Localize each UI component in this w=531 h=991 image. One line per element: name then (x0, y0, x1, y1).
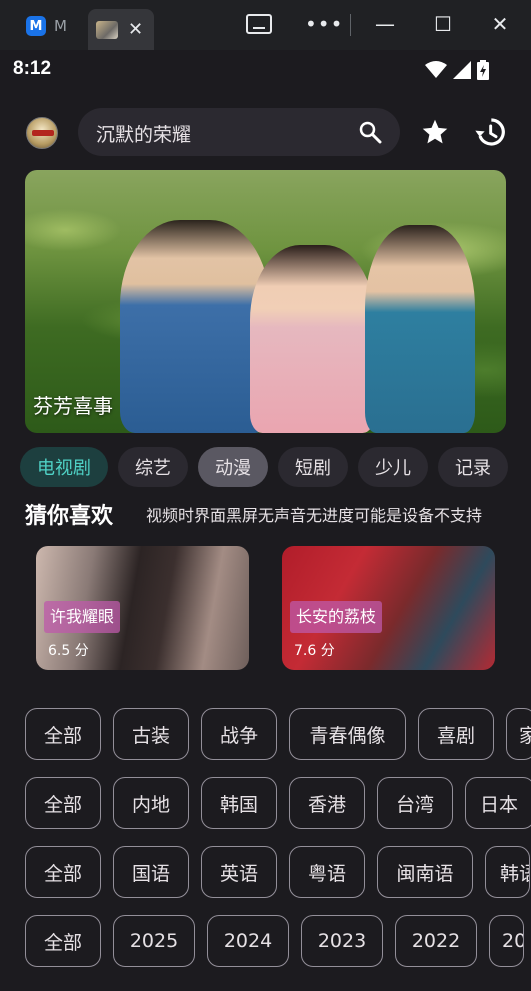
filter-chip[interactable]: 闽南语 (377, 846, 473, 898)
search-bar[interactable]: 沉默的荣耀 (78, 108, 400, 156)
recommend-card[interactable]: 许我耀眼 6.5 分 (36, 546, 249, 670)
filter-chip[interactable]: 全部 (25, 777, 101, 829)
featured-banner[interactable]: 芬芳喜事 (25, 170, 506, 433)
filter-chip[interactable]: 国语 (113, 846, 189, 898)
tab-tv-series[interactable]: 电视剧 (20, 447, 108, 487)
tab-kids[interactable]: 少儿 (358, 447, 428, 487)
tab-favicon-icon (96, 20, 118, 39)
filter-row-region: 全部 内地 韩国 香港 台湾 日本 (25, 777, 531, 829)
close-window-button[interactable]: ✕ (485, 10, 515, 38)
app-logo-icon: M (26, 16, 46, 36)
card-score: 6.5 分 (48, 643, 89, 659)
filter-chip[interactable]: 家 (506, 708, 531, 760)
status-bar: 8:12 (0, 50, 531, 88)
tab-documentary[interactable]: 记录 (438, 447, 508, 487)
browser-chrome: M M ✕ ••• — ☐ ✕ (0, 0, 531, 50)
category-tabs: 电视剧 综艺 动漫 短剧 少儿 记录 (20, 447, 508, 487)
filter-row-year: 全部 2025 2024 2023 2022 20 (25, 915, 524, 967)
filter-chip[interactable]: 全部 (25, 846, 101, 898)
divider (350, 14, 351, 36)
tab-short-drama[interactable]: 短剧 (278, 447, 348, 487)
browser-tab-active[interactable]: ✕ (88, 9, 154, 50)
filter-chip[interactable]: 全部 (25, 708, 101, 760)
filter-chip[interactable]: 粤语 (289, 846, 365, 898)
browser-tab-inactive[interactable]: M M (18, 10, 84, 42)
filter-chip[interactable]: 2022 (395, 915, 477, 967)
wifi-icon (425, 61, 447, 78)
maximize-button[interactable]: ☐ (428, 10, 458, 38)
filter-chip[interactable]: 台湾 (377, 777, 453, 829)
filter-chip[interactable]: 青春偶像 (289, 708, 406, 760)
minimize-button[interactable]: — (370, 10, 400, 38)
filter-chip[interactable]: 全部 (25, 915, 101, 967)
filter-chip[interactable]: 战争 (201, 708, 277, 760)
filter-chip[interactable]: 韩语 (485, 846, 530, 898)
search-icon[interactable] (358, 120, 382, 144)
keyboard-icon[interactable] (246, 14, 272, 34)
banner-figure (120, 220, 270, 433)
filter-chip[interactable]: 日本 (465, 777, 531, 829)
filter-chip[interactable]: 2024 (207, 915, 289, 967)
status-time: 8:12 (13, 58, 52, 79)
filter-row-language: 全部 国语 英语 粤语 闽南语 韩语 (25, 846, 530, 898)
filter-chip[interactable]: 古装 (113, 708, 189, 760)
banner-figure (250, 245, 375, 433)
tab-anime[interactable]: 动漫 (198, 447, 268, 487)
banner-figure (365, 225, 475, 433)
card-score: 7.6 分 (294, 643, 335, 659)
more-menu-button[interactable]: ••• (305, 12, 343, 36)
star-icon[interactable] (421, 118, 449, 146)
section-title: 猜你喜欢 (25, 504, 114, 529)
tab-label: M (54, 17, 67, 35)
filter-chip[interactable]: 2025 (113, 915, 195, 967)
banner-title: 芬芳喜事 (33, 394, 113, 418)
battery-icon (477, 60, 489, 80)
filter-chip[interactable]: 内地 (113, 777, 189, 829)
tab-close-button[interactable]: ✕ (128, 19, 143, 40)
avatar[interactable] (26, 117, 58, 149)
filter-row-genre: 全部 古装 战争 青春偶像 喜剧 家 (25, 708, 531, 760)
recommend-card[interactable]: 长安的荔枝 7.6 分 (282, 546, 495, 670)
signal-icon (453, 61, 471, 79)
card-title: 许我耀眼 (44, 601, 121, 633)
filter-chip[interactable]: 韩国 (201, 777, 277, 829)
notice-marquee: 视频时界面黑屏无声音无进度可能是设备不支持 (146, 506, 483, 525)
card-title: 长安的荔枝 (290, 601, 383, 633)
system-icons (425, 60, 489, 80)
filter-chip[interactable]: 香港 (289, 777, 365, 829)
filter-chip[interactable]: 喜剧 (418, 708, 494, 760)
tab-variety[interactable]: 综艺 (118, 447, 188, 487)
search-query[interactable]: 沉默的荣耀 (96, 120, 191, 147)
filter-chip[interactable]: 20 (489, 915, 524, 967)
history-icon[interactable] (474, 116, 506, 148)
filter-chip[interactable]: 2023 (301, 915, 383, 967)
filter-chip[interactable]: 英语 (201, 846, 277, 898)
